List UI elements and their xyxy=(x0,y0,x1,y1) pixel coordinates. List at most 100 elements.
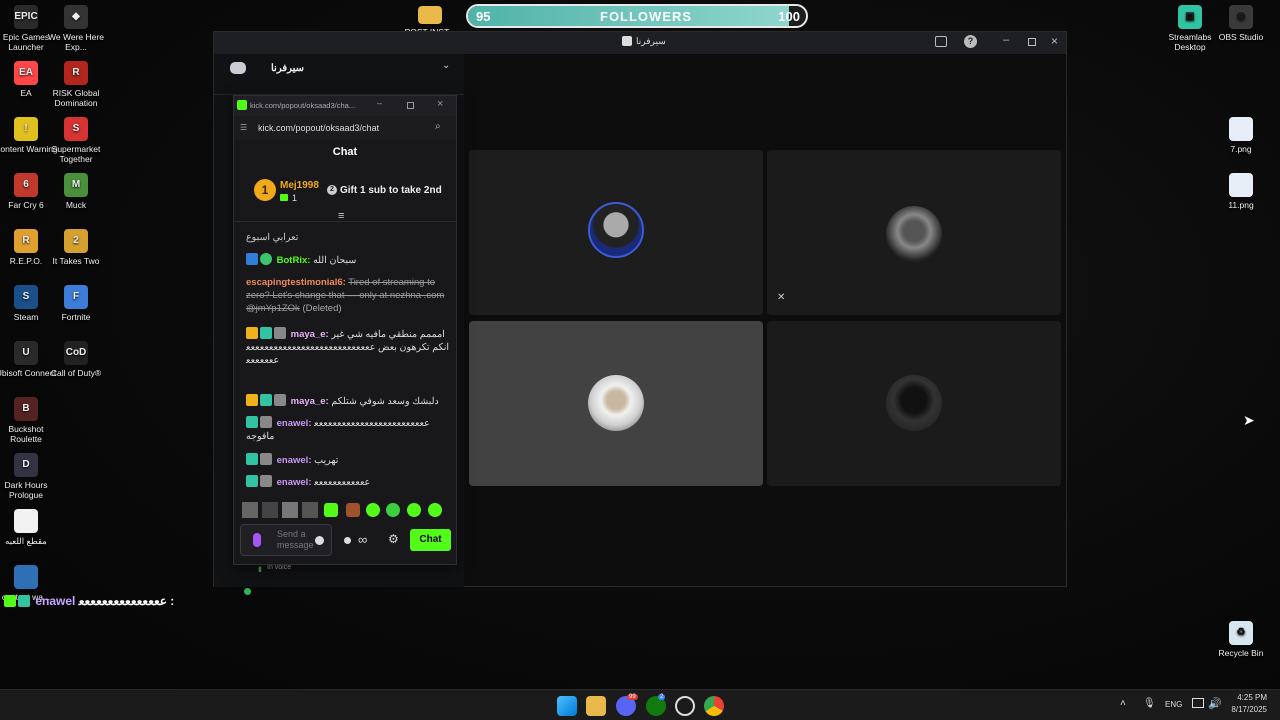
app-icon: EPIC xyxy=(14,5,38,29)
desktop-icon-label: Supermarket Together xyxy=(51,144,101,164)
chat-send-button[interactable]: Chat xyxy=(410,529,451,551)
desktop-icon-label: Call of Duty® xyxy=(50,368,102,378)
popup-tab-title: kick.com/popout/oksaad3/cha... xyxy=(250,101,356,110)
chat-input[interactable]: Send a message xyxy=(240,524,332,556)
app-icon: ◆ xyxy=(64,5,88,29)
desktop-icon-label: We Were Here Exp... xyxy=(48,32,104,52)
discord-logo-icon[interactable] xyxy=(230,62,246,74)
collapse-icon[interactable]: ≡ xyxy=(338,210,344,222)
chat-username[interactable]: BotRix: xyxy=(277,255,311,266)
app-icon: M xyxy=(64,173,88,197)
avatar xyxy=(886,206,942,262)
chat-username[interactable]: maya_e: xyxy=(291,396,329,407)
chat-username[interactable]: enawel: xyxy=(277,477,312,488)
streamer-badge-icon xyxy=(260,416,272,428)
points-icon[interactable] xyxy=(344,537,351,544)
language-indicator[interactable]: ENG xyxy=(1165,700,1182,709)
desktop-icon[interactable]: ◆ We Were Here Exp... xyxy=(44,5,108,52)
emote[interactable] xyxy=(407,503,421,517)
search-icon[interactable]: ⌕ xyxy=(435,121,441,132)
video-tile[interactable] xyxy=(469,321,763,486)
emote[interactable] xyxy=(366,503,380,517)
emote[interactable] xyxy=(324,503,338,517)
gift-cta[interactable]: Gift 1 sub to take 2nd xyxy=(340,185,442,196)
desktop-icon[interactable]: M Muck xyxy=(44,173,108,210)
chat-username[interactable]: enawel: xyxy=(277,455,312,466)
obs-taskbar-icon[interactable] xyxy=(675,696,695,716)
app-icon: R xyxy=(14,229,38,253)
maximize-button[interactable] xyxy=(407,102,414,109)
followers-label: FOLLOWERS xyxy=(600,9,693,24)
chat-username[interactable]: enawel: xyxy=(277,418,312,429)
video-tile[interactable] xyxy=(469,150,763,315)
desktop-icon[interactable]: 2 It Takes Two xyxy=(44,229,108,266)
emote[interactable] xyxy=(346,503,360,517)
chat-message: maya_e: امممم منطقي مافيه شي غير انكم تك… xyxy=(246,327,450,366)
chat-username[interactable]: maya_e: xyxy=(291,329,329,340)
emoji-icon[interactable] xyxy=(315,536,324,545)
minimize-button[interactable]: – xyxy=(377,98,382,108)
chat-heading: Chat xyxy=(332,146,358,158)
site-settings-icon[interactable]: ☰ xyxy=(240,123,247,132)
crown-badge-icon xyxy=(246,327,258,339)
minimize-button[interactable]: – xyxy=(1003,34,1009,46)
voice-signal-icon: ▮ xyxy=(258,566,262,573)
folder-icon xyxy=(418,6,442,24)
emote[interactable] xyxy=(302,502,318,518)
desktop-icon[interactable]: 7.png xyxy=(1209,117,1273,154)
desktop-icon[interactable]: مقطع اللعبه xyxy=(0,509,58,546)
desktop-icon-label: Dark Hours Prologue xyxy=(4,480,48,500)
desktop-icon[interactable]: B Buckshot Roulette xyxy=(0,397,58,444)
start-button-icon[interactable] xyxy=(557,696,577,716)
address-bar[interactable]: ☰ kick.com/popout/oksaad3/chat ⌕ xyxy=(234,116,456,140)
chrome-icon[interactable] xyxy=(704,696,724,716)
streamer-badge-icon xyxy=(260,475,272,487)
leader-name[interactable]: Mej1998 xyxy=(280,180,319,191)
microphone-icon[interactable]: 🎙 xyxy=(1143,698,1156,709)
video-tile[interactable]: ✕ xyxy=(767,150,1061,315)
video-tile[interactable] xyxy=(767,321,1061,486)
display-icon[interactable] xyxy=(1192,698,1204,708)
server-name[interactable]: سيرفرنا xyxy=(271,63,304,74)
overlay-chat-line: enawel ﻋﻌﻌﻌﻌﻌﻌﻌﻌﻌﻌﻌﻌﻌﻌ : xyxy=(4,594,174,608)
chat-message: escapingtestimonial6: Tired of streaming… xyxy=(246,277,445,314)
emote[interactable] xyxy=(428,503,442,517)
desktop-icon[interactable]: R RISK Global Domination xyxy=(44,61,108,108)
emote[interactable] xyxy=(282,502,298,518)
help-icon[interactable]: ? xyxy=(964,35,977,48)
streamer-badge-icon xyxy=(274,327,286,339)
chat-message: BotRix: سبحان الله xyxy=(246,253,451,267)
sub-badge-icon xyxy=(246,416,258,428)
chat-username[interactable]: escapingtestimonial6: xyxy=(246,277,346,288)
desktop-icon[interactable]: ◎ OBS Studio xyxy=(1209,5,1273,42)
inbox-icon[interactable] xyxy=(935,36,947,47)
desktop-icon[interactable]: D Dark Hours Prologue xyxy=(0,453,58,500)
app-icon xyxy=(14,509,38,533)
sub-badge-icon xyxy=(260,327,272,339)
desktop-icon[interactable]: S Supermarket Together xyxy=(44,117,108,164)
clock-time[interactable]: 4:25 PM xyxy=(1225,693,1267,702)
desktop-icon[interactable]: CoD Call of Duty® xyxy=(44,341,108,378)
emote[interactable] xyxy=(242,502,258,518)
desktop-icon[interactable]: F Fortnite xyxy=(44,285,108,322)
crown-badge-icon xyxy=(246,394,258,406)
app-icon: F xyxy=(64,285,88,309)
close-button[interactable]: × xyxy=(437,98,443,110)
avatar xyxy=(886,375,942,431)
chevron-up-icon[interactable]: ˄ xyxy=(1120,698,1126,709)
microphone-icon[interactable] xyxy=(253,533,261,547)
close-button[interactable]: × xyxy=(1051,34,1058,48)
clock-date[interactable]: 8/17/2025 xyxy=(1220,705,1267,714)
bot-badge-icon xyxy=(246,253,258,265)
desktop-icon-label: مقطع اللعبه xyxy=(5,536,47,546)
settings-gear-icon[interactable]: ⚙ xyxy=(388,532,399,546)
chevron-down-icon[interactable]: ⌄ xyxy=(442,60,450,71)
file-explorer-icon[interactable] xyxy=(586,696,606,716)
emote[interactable] xyxy=(262,502,278,518)
emote[interactable] xyxy=(386,503,400,517)
desktop-icon[interactable]: ♻ Recycle Bin xyxy=(1209,621,1273,658)
rank-badge: 1 xyxy=(254,179,276,201)
desktop-icon[interactable]: 11.png xyxy=(1209,173,1273,210)
chat-message: maya_e: دلبشك وسعد شوفي شتلكم xyxy=(246,394,451,408)
maximize-button[interactable] xyxy=(1028,38,1036,46)
